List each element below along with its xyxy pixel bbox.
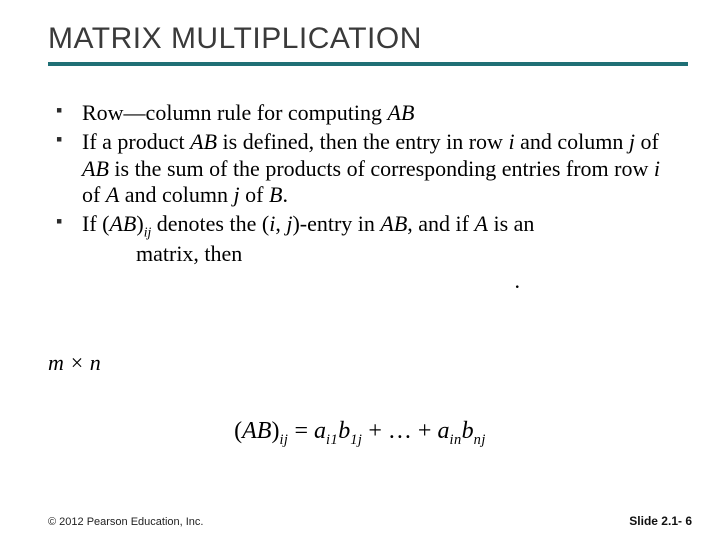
eq: = [288, 418, 314, 444]
sub-1j: 1j [350, 432, 362, 448]
text: is defined, then the entry in row [217, 129, 508, 154]
text: ) [136, 211, 143, 236]
bullet-3: If (AB)ij denotes the (i, j)-entry in AB… [56, 211, 680, 290]
text: )-entry in [292, 211, 380, 236]
text: , and if [407, 211, 474, 236]
body: Row—column rule for computing AB If a pr… [0, 66, 720, 290]
text: If ( [82, 211, 109, 236]
text: Row—column rule for computing [82, 100, 388, 125]
text: of [240, 182, 269, 207]
bullet-list: Row—column rule for computing AB If a pr… [56, 100, 680, 290]
var-a: a [437, 418, 449, 444]
text: is the sum of the products of correspond… [109, 156, 654, 181]
var-AB: AB [380, 211, 407, 236]
text: . [282, 182, 288, 207]
bullet-1: Row—column rule for computing AB [56, 100, 680, 127]
sub-i1: i1 [326, 432, 338, 448]
plus-dots: + … + [362, 418, 437, 444]
var-B: B [269, 182, 282, 207]
var-A: A [106, 182, 119, 207]
text: is an [488, 211, 534, 236]
var-AB: AB [82, 156, 109, 181]
footer: © 2012 Pearson Education, Inc. Slide 2.1… [0, 510, 720, 540]
text: denotes the ( [151, 211, 269, 236]
mxn-text: m × n [48, 350, 101, 376]
var-b: b [338, 418, 350, 444]
bullet-2: If a product AB is defined, then the ent… [56, 129, 680, 209]
text: and column [515, 129, 629, 154]
var-AB: AB [388, 100, 415, 125]
slide-title: MATRIX MULTIPLICATION [48, 22, 720, 56]
var-b: b [462, 418, 474, 444]
copyright: © 2012 Pearson Education, Inc. [48, 516, 203, 528]
var-a: a [314, 418, 326, 444]
var-AB: AB [190, 129, 217, 154]
title-block: MATRIX MULTIPLICATION [0, 0, 720, 56]
var-AB: AB [242, 418, 271, 444]
var-A: A [475, 211, 488, 236]
text: If a product [82, 129, 190, 154]
sub-nj: nj [474, 432, 486, 448]
text: and column [119, 182, 233, 207]
slide: MATRIX MULTIPLICATION Row—column rule fo… [0, 0, 720, 540]
bullet-3-line2: matrix, then [82, 241, 680, 268]
var-AB: AB [109, 211, 136, 236]
text: , [275, 211, 286, 236]
formula: (AB)ij = ai1b1j + … + ainbnj [0, 418, 720, 449]
text: of [635, 129, 659, 154]
lparen: ( [234, 418, 242, 444]
bullet-3-dot: . [82, 268, 680, 290]
sub-in: in [449, 432, 461, 448]
text: of [82, 182, 106, 207]
var-i: i [654, 156, 660, 181]
slide-number: Slide 2.1- 6 [629, 514, 692, 528]
